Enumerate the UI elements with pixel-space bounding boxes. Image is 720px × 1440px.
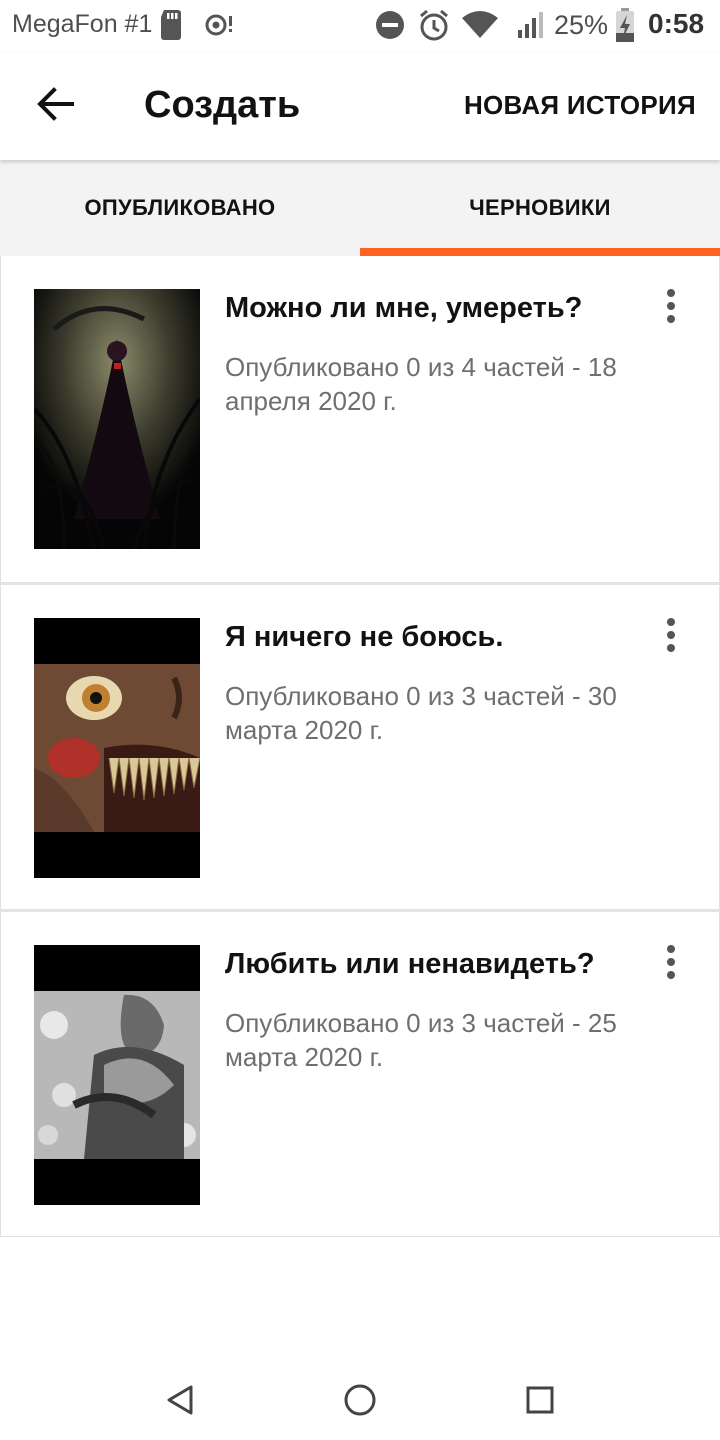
nav-home-icon xyxy=(344,1384,376,1416)
more-vert-icon xyxy=(667,289,675,323)
cover-monster-face-image[interactable] xyxy=(34,618,200,878)
alarm-icon xyxy=(418,8,450,47)
system-nav-bar xyxy=(0,1360,720,1440)
arrow-left-icon xyxy=(37,87,74,121)
page-title: Создать xyxy=(144,84,301,126)
battery-percent: 25% xyxy=(554,10,609,40)
wifi-icon xyxy=(460,10,500,45)
status-bar: MegaFon #1 25% 0:58 xyxy=(0,0,720,52)
cover-dark-figure-image[interactable] xyxy=(34,289,200,549)
more-options-button[interactable] xyxy=(651,286,691,326)
list-item[interactable]: Любить или ненавидеть? Опубликовано 0 из… xyxy=(0,910,720,1237)
nav-home-button[interactable] xyxy=(338,1378,382,1422)
cover-embrace-image[interactable] xyxy=(34,945,200,1205)
carrier-name: MegaFon #1 xyxy=(12,10,153,38)
signal-icon xyxy=(516,10,544,45)
story-meta: Опубликовано 0 из 3 частей - 25 марта 20… xyxy=(225,1008,617,1072)
more-options-button[interactable] xyxy=(651,942,691,982)
nav-recents-button[interactable] xyxy=(518,1378,562,1422)
story-title[interactable]: Я ничего не боюсь. xyxy=(225,621,645,654)
story-title[interactable]: Можно ли мне, умереть? xyxy=(225,292,645,325)
more-options-button[interactable] xyxy=(651,615,691,655)
story-title[interactable]: Любить или ненавидеть? xyxy=(225,948,645,981)
nav-back-button[interactable] xyxy=(158,1378,202,1422)
active-tab-indicator xyxy=(360,248,720,256)
nav-recents-icon xyxy=(526,1386,554,1414)
more-vert-icon xyxy=(667,945,675,979)
list-item[interactable]: Можно ли мне, умереть? Опубликовано 0 из… xyxy=(0,256,720,583)
nav-back-icon xyxy=(167,1385,193,1415)
tab-drafts[interactable]: ЧЕРНОВИКИ xyxy=(360,160,720,256)
story-list: Можно ли мне, умереть? Опубликовано 0 из… xyxy=(0,256,720,1237)
story-meta: Опубликовано 0 из 3 частей - 30 марта 20… xyxy=(225,681,617,745)
battery-charging-icon xyxy=(614,7,636,48)
tab-bar: ОПУБЛИКОВАНО ЧЕРНОВИКИ xyxy=(0,160,720,256)
sd-card-icon xyxy=(158,8,184,45)
story-meta: Опубликовано 0 из 4 частей - 18 апреля 2… xyxy=(225,352,617,416)
hotspot-icon xyxy=(204,12,234,45)
more-vert-icon xyxy=(667,618,675,652)
clock: 0:58 xyxy=(648,8,705,39)
back-button[interactable] xyxy=(24,76,88,132)
list-item[interactable]: Я ничего не боюсь. Опубликовано 0 из 3 ч… xyxy=(0,583,720,910)
new-story-button[interactable]: НОВАЯ ИСТОРИЯ xyxy=(464,90,696,121)
dnd-icon xyxy=(374,9,406,46)
tab-published[interactable]: ОПУБЛИКОВАНО xyxy=(0,160,360,256)
app-bar: Создать НОВАЯ ИСТОРИЯ xyxy=(0,52,720,160)
